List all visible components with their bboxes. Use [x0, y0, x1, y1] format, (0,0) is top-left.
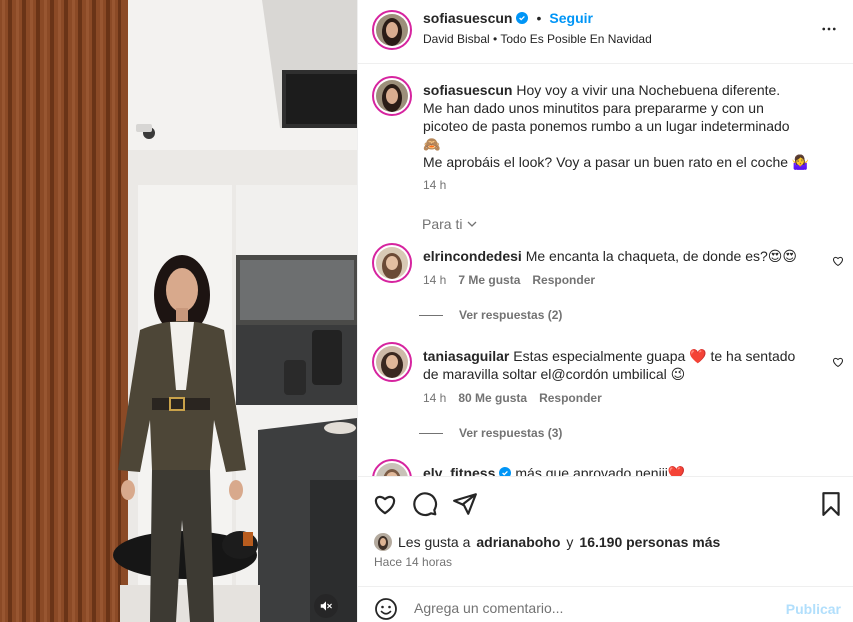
post-header: sofiasuescun • Seguir David Bisbal • Tod…: [358, 0, 853, 64]
commenter-avatar[interactable]: [372, 243, 412, 283]
publish-button[interactable]: Publicar: [786, 601, 841, 617]
header-username[interactable]: sofiasuescun: [423, 10, 512, 26]
post-caption: sofiasuescun Hoy voy a vivir una Nochebu…: [423, 81, 823, 171]
post-video[interactable]: [0, 0, 357, 622]
comment-2-view-replies[interactable]: Ver respuestas (3): [419, 426, 562, 440]
avatar-image: [374, 533, 392, 551]
likes-prefix: Les gusta a: [398, 534, 471, 550]
audio-link[interactable]: David Bisbal • Todo Es Posible En Navida…: [423, 32, 652, 46]
comment-2: taniasaguilar Estas especialmente guapa …: [423, 347, 823, 383]
comment-2-reply-button[interactable]: Responder: [539, 391, 602, 405]
comment-bubble-icon[interactable]: [412, 491, 438, 517]
post-dialog: sofiasuescun • Seguir David Bisbal • Tod…: [0, 0, 853, 622]
caption-line-3: picoteo de pasta ponemos rumbo a un luga…: [423, 118, 790, 134]
comment-3-text: más que aprovado nenjii❤️: [515, 465, 686, 476]
comment-input[interactable]: [414, 597, 774, 619]
comment-like-heart-icon[interactable]: [832, 255, 844, 267]
comment-2-time[interactable]: 14 h: [423, 391, 446, 405]
verified-badge-icon: [516, 12, 529, 24]
verified-badge-icon: [499, 467, 512, 476]
likes-summary: Les gusta a adrianaboho y 16.190 persona…: [374, 533, 720, 551]
mute-button[interactable]: [314, 594, 338, 618]
comment-like-heart-icon[interactable]: [832, 356, 844, 368]
likes-count[interactable]: 16.190 personas más: [579, 534, 720, 550]
liker-avatar[interactable]: [374, 533, 392, 551]
comment-1-username[interactable]: elrincondedesi: [423, 248, 522, 264]
caption-line-2: Me han dado unos minutitos para preparar…: [423, 100, 764, 116]
emoji-smiley-icon[interactable]: [374, 597, 398, 621]
avatar-image: [376, 14, 408, 46]
avatar-image: [376, 346, 408, 378]
caption-line-4: 🙈: [423, 136, 441, 152]
filter-label: Para ti: [422, 216, 463, 232]
like-heart-icon[interactable]: [372, 491, 398, 517]
post-timestamp[interactable]: Hace 14 horas: [374, 555, 452, 569]
chevron-down-icon: [468, 221, 477, 227]
more-options-button[interactable]: [820, 20, 838, 38]
avatar-image: [376, 463, 408, 476]
commenter-avatar[interactable]: [372, 459, 412, 476]
avatar-image: [376, 247, 408, 279]
header-separator: •: [536, 10, 542, 26]
divider-line: [419, 432, 443, 434]
comment-filter-dropdown[interactable]: Para ti: [422, 216, 478, 232]
commenter-avatar[interactable]: [372, 342, 412, 382]
comment-2-text-cont: de maravilla soltar el@cordón umbilical …: [423, 366, 686, 382]
comment-1-time[interactable]: 14 h: [423, 273, 446, 287]
caption-username[interactable]: sofiasuescun: [423, 82, 512, 98]
caption-avatar[interactable]: [372, 76, 412, 116]
caption-line-5: Me aprobáis el look? Voy a pasar un buen…: [423, 154, 810, 170]
comment-1-text: Me encanta la chaqueta, de donde es?😍😍: [525, 248, 797, 264]
comment-1-likes[interactable]: 7 Me gusta: [458, 273, 520, 287]
header-user: sofiasuescun • Seguir: [423, 10, 593, 26]
post-actions: Les gusta a adrianaboho y 16.190 persona…: [358, 476, 853, 586]
comment-1-reply-button[interactable]: Responder: [532, 273, 595, 287]
comment-2-username[interactable]: taniasaguilar: [423, 348, 509, 364]
more-horizontal-icon: [822, 27, 836, 31]
bookmark-save-icon[interactable]: [818, 491, 844, 517]
comment-2-likes[interactable]: 80 Me gusta: [458, 391, 527, 405]
comment-1-view-replies[interactable]: Ver respuestas (2): [419, 308, 562, 322]
caption-time[interactable]: 14 h: [423, 178, 446, 192]
comment-2-text: Estas especialmente guapa ❤️ te ha senta…: [513, 348, 796, 364]
likes-middle: y: [566, 534, 574, 550]
follow-button[interactable]: Seguir: [549, 10, 593, 26]
comment-1-meta: 14 h 7 Me gusta Responder: [423, 273, 595, 287]
avatar-image: [376, 80, 408, 112]
comment-composer: Publicar: [358, 586, 853, 622]
post-side-panel: sofiasuescun • Seguir David Bisbal • Tod…: [357, 0, 853, 622]
divider-line: [419, 314, 443, 316]
share-send-icon[interactable]: [452, 491, 478, 517]
view-replies-label: Ver respuestas (3): [459, 426, 563, 440]
video-frame: [0, 0, 357, 622]
comment-3-username[interactable]: ely_fitness: [423, 464, 495, 476]
comments-scroll-area[interactable]: sofiasuescun Hoy voy a vivir una Nochebu…: [358, 65, 853, 476]
muted-speaker-icon: [320, 601, 332, 611]
caption-line-1: Hoy voy a vivir una Nochebuena diferente…: [516, 82, 781, 98]
author-avatar[interactable]: [372, 10, 412, 50]
comment-1: elrincondedesi Me encanta la chaqueta, d…: [423, 247, 823, 265]
comment-2-meta: 14 h 80 Me gusta Responder: [423, 391, 602, 405]
view-replies-label: Ver respuestas (2): [459, 308, 563, 322]
liker-username[interactable]: adrianaboho: [476, 534, 560, 550]
comment-3: ely_fitness más que aprovado nenjii❤️: [423, 464, 823, 476]
